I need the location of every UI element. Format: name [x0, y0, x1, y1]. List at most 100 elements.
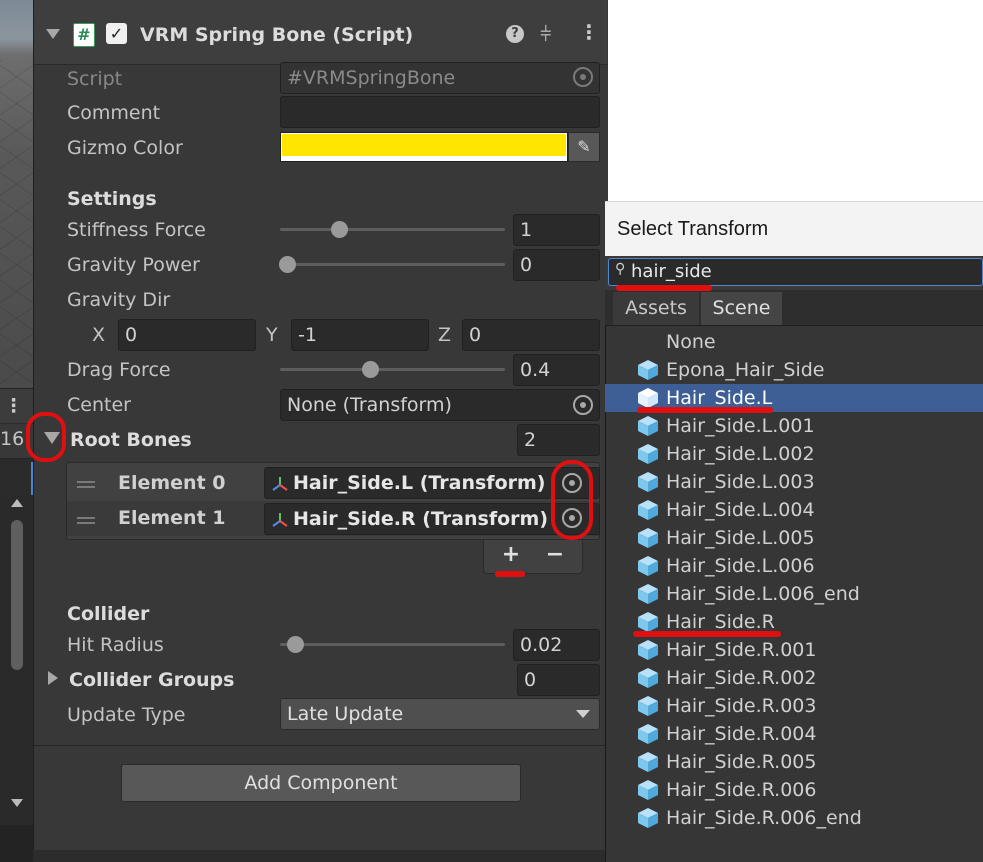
- list-item[interactable]: Hair_Side.L.003: [605, 468, 983, 496]
- gameobject-cube-icon: [638, 724, 658, 744]
- tab-assets[interactable]: Assets: [613, 292, 699, 325]
- gameobject-cube-icon: [638, 388, 658, 408]
- stiffness-label: Stiffness Force: [67, 219, 206, 241]
- collider-header: Collider: [67, 603, 150, 625]
- hierarchy-scrollbar[interactable]: [0, 495, 33, 825]
- comment-field[interactable]: [280, 96, 600, 128]
- annotation-underline-search: [616, 285, 712, 291]
- remove-element-button[interactable]: −: [542, 540, 568, 570]
- hit-radius-slider-knob[interactable]: [287, 636, 304, 653]
- gameobject-cube-icon: [638, 500, 658, 520]
- list-item[interactable]: Hair_Side.R.001: [605, 636, 983, 664]
- gameobject-cube-icon: [638, 668, 658, 688]
- script-picker-icon: [573, 67, 593, 87]
- collider-groups-foldout-icon[interactable]: [48, 671, 58, 685]
- annotation-circle-root-bones: [26, 412, 66, 462]
- scroll-down-icon[interactable]: [11, 799, 23, 807]
- list-item[interactable]: Hair_Side.R.002: [605, 664, 983, 692]
- drag-handle-icon[interactable]: [77, 517, 95, 519]
- tab-scene[interactable]: Scene: [701, 292, 782, 325]
- eyedropper-icon[interactable]: ✎: [568, 132, 600, 162]
- gravity-power-slider-track[interactable]: [280, 263, 505, 266]
- search-input[interactable]: hair_side: [631, 259, 712, 285]
- stiffness-slider-track[interactable]: [280, 228, 505, 231]
- tab-assets-label: Assets: [625, 297, 687, 319]
- kebab-menu-icon[interactable]: ⋮: [579, 20, 599, 44]
- list-item[interactable]: Hair_Side.L.001: [605, 412, 983, 440]
- inspector-bottom-bar: [33, 850, 607, 862]
- stiffness-slider-knob[interactable]: [331, 221, 348, 238]
- script-hash-icon: #: [73, 23, 95, 47]
- element-0-field[interactable]: Hair_Side.L (Transform): [264, 467, 600, 499]
- center-picker-icon[interactable]: [573, 395, 593, 415]
- list-item[interactable]: Epona_Hair_Side: [605, 356, 983, 384]
- gameobject-cube-icon: [638, 752, 658, 772]
- preset-sliders-icon[interactable]: ⫩: [540, 22, 551, 46]
- list-item[interactable]: Hair_Side.R.004: [605, 720, 983, 748]
- gravity-dir-z-label: Z: [438, 324, 452, 346]
- gameobject-cube-icon: [638, 640, 658, 660]
- stiffness-input[interactable]: 1: [513, 214, 600, 246]
- drag-handle-icon[interactable]: [77, 481, 95, 483]
- root-bones-label: Root Bones: [70, 429, 192, 451]
- comment-label: Comment: [67, 102, 161, 124]
- drag-force-input[interactable]: 0.4: [513, 354, 600, 386]
- list-item[interactable]: Hair_Side.R.005: [605, 748, 983, 776]
- item-label: Hair_Side.L.001: [666, 415, 815, 437]
- center-field[interactable]: None (Transform): [280, 389, 600, 421]
- scroll-up-icon[interactable]: [11, 499, 23, 507]
- gameobject-cube-icon: [638, 556, 658, 576]
- help-icon[interactable]: ?: [506, 25, 524, 43]
- gravity-dir-z-input[interactable]: 0: [462, 319, 600, 351]
- gravity-power-input[interactable]: 0: [513, 249, 600, 281]
- hit-radius-input[interactable]: 0.02: [513, 629, 600, 661]
- gravity-dir-y-input[interactable]: -1: [291, 319, 429, 351]
- element-0-label: Element 0: [118, 472, 226, 494]
- none-label: None: [666, 331, 716, 353]
- list-item[interactable]: Hair_Side.L.004: [605, 496, 983, 524]
- list-item[interactable]: Hair_Side.L.002: [605, 440, 983, 468]
- drag-force-label: Drag Force: [67, 359, 171, 381]
- list-item[interactable]: Hair_Side.R.006_end: [605, 804, 983, 832]
- annotation-underline-hair-side-r: [633, 631, 781, 637]
- item-label: Hair_Side.L.004: [666, 499, 815, 521]
- gameobject-cube-icon: [638, 444, 658, 464]
- collider-groups-label: Collider Groups: [69, 669, 235, 691]
- drag-force-slider-knob[interactable]: [362, 361, 379, 378]
- scene-view-thumbnail[interactable]: [0, 0, 33, 388]
- search-field[interactable]: ⚲ hair_side: [608, 258, 983, 286]
- kebab-menu-icon[interactable]: ⋮: [4, 395, 23, 417]
- scroll-thumb[interactable]: [11, 520, 23, 670]
- list-item[interactable]: Hair_Side.L.006_end: [605, 580, 983, 608]
- list-item[interactable]: Hair_Side.L.006: [605, 552, 983, 580]
- add-component-button[interactable]: Add Component: [121, 764, 521, 802]
- item-label: Hair_Side.R.005: [666, 751, 817, 773]
- select-transform-title: Select Transform: [617, 218, 769, 240]
- list-item-none[interactable]: None: [605, 328, 983, 356]
- list-item[interactable]: Hair_Side.R.006: [605, 776, 983, 804]
- item-label: Hair_Side.L.006: [666, 555, 815, 577]
- element-1-field[interactable]: Hair_Side.R (Transform): [264, 503, 600, 535]
- gravity-power-slider-knob[interactable]: [279, 256, 296, 273]
- component-enabled-checkbox[interactable]: ✓: [106, 23, 127, 44]
- drag-force-slider-track[interactable]: [280, 368, 505, 371]
- gizmo-color-label: Gizmo Color: [67, 137, 183, 159]
- script-field-value: VRMSpringBone: [302, 67, 456, 89]
- update-type-dropdown[interactable]: Late Update: [280, 698, 600, 730]
- item-label: Hair_Side.L.002: [666, 443, 815, 465]
- collider-groups-size-input[interactable]: 0: [517, 664, 600, 696]
- script-field: #VRMSpringBone: [280, 62, 600, 94]
- gravity-dir-y-label: Y: [266, 324, 278, 346]
- item-label: Hair_Side.R.003: [666, 695, 817, 717]
- list-item[interactable]: Hair_Side.L.005: [605, 524, 983, 552]
- foldout-arrow-icon[interactable]: [46, 29, 60, 39]
- hit-radius-slider-track[interactable]: [280, 643, 505, 646]
- element-0-value: Hair_Side.L (Transform): [293, 472, 546, 494]
- gizmo-color-swatch[interactable]: [280, 132, 568, 162]
- list-item[interactable]: Hair_Side.R.003: [605, 692, 983, 720]
- gravity-dir-x-input[interactable]: 0: [118, 319, 256, 351]
- gravity-dir-label: Gravity Dir: [67, 289, 171, 311]
- add-element-button[interactable]: +: [498, 540, 524, 570]
- annotation-circle-pickers: [551, 460, 593, 540]
- root-bones-size-input[interactable]: 2: [517, 424, 600, 456]
